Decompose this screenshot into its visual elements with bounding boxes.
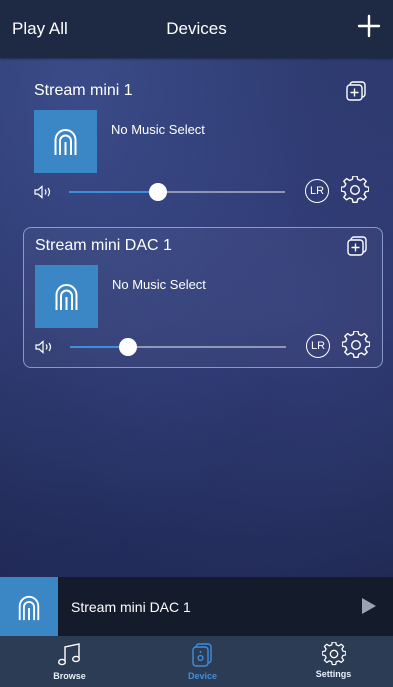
tab-label: Settings xyxy=(315,669,352,679)
volume-slider-knob[interactable] xyxy=(119,338,138,356)
add-to-queue-icon[interactable] xyxy=(346,235,368,257)
volume-icon xyxy=(34,185,51,199)
bluesound-logo-icon xyxy=(54,129,77,155)
volume-slider-fill xyxy=(69,191,158,193)
now-playing-status: No Music Select xyxy=(112,277,206,292)
volume-slider[interactable] xyxy=(70,338,286,356)
volume-slider[interactable] xyxy=(69,183,285,201)
channel-lr-button[interactable]: LR xyxy=(305,179,329,203)
play-icon[interactable] xyxy=(361,597,377,615)
gear-icon[interactable] xyxy=(342,331,370,359)
volume-icon xyxy=(35,340,52,354)
now-playing-bar[interactable]: Stream mini DAC 1 xyxy=(0,577,393,636)
now-playing-artwork[interactable] xyxy=(0,577,58,636)
now-playing-status: No Music Select xyxy=(111,122,205,137)
now-playing-device: Stream mini DAC 1 xyxy=(71,599,191,615)
gear-icon xyxy=(321,642,346,666)
tab-label: Device xyxy=(187,671,218,681)
tab-label: Browse xyxy=(53,671,86,681)
tab-bar: Browse Device Settings xyxy=(0,636,393,687)
speaker-icon xyxy=(191,643,212,667)
bluesound-logo-icon xyxy=(18,595,40,621)
channel-lr-button[interactable]: LR xyxy=(306,334,330,358)
plus-icon[interactable] xyxy=(357,14,381,38)
tab-device[interactable]: Device xyxy=(137,636,268,687)
music-note-icon xyxy=(57,643,80,666)
device-card-selected[interactable]: Stream mini DAC 1 No Music Select LR xyxy=(23,227,383,368)
bluesound-logo-icon xyxy=(55,284,78,310)
tab-settings[interactable]: Settings xyxy=(268,636,393,687)
gear-icon[interactable] xyxy=(341,176,369,204)
tab-browse[interactable]: Browse xyxy=(4,636,135,687)
add-to-queue-icon[interactable] xyxy=(345,80,367,102)
top-bar: Play All Devices xyxy=(0,0,393,58)
page-title: Devices xyxy=(166,19,227,38)
device-name: Stream mini 1 xyxy=(34,82,133,99)
device-artwork[interactable] xyxy=(34,110,97,173)
volume-slider-knob[interactable] xyxy=(148,183,167,201)
device-card[interactable]: Stream mini 1 No Music Select LR xyxy=(23,72,381,212)
device-artwork[interactable] xyxy=(35,265,98,328)
device-name: Stream mini DAC 1 xyxy=(35,237,172,254)
